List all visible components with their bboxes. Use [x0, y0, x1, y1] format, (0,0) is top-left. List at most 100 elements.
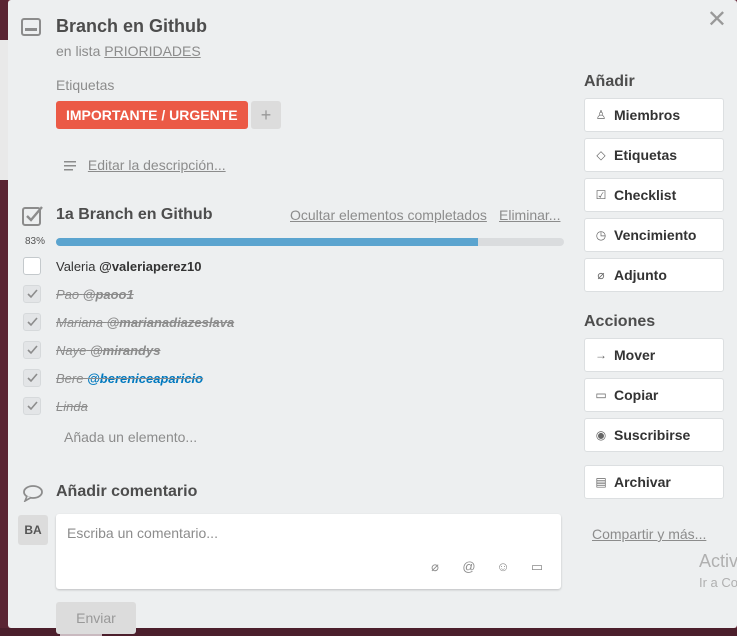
checklist-item-name: Linda: [56, 399, 88, 414]
checklist-progress-bar: [56, 238, 564, 246]
comment-tools: ⌀ @ ☺ ▭: [425, 559, 547, 575]
card-title[interactable]: Branch en Github: [56, 16, 207, 37]
due-date-button[interactable]: ◷ Vencimiento: [584, 218, 724, 252]
labels-button[interactable]: ◇ Etiquetas: [584, 138, 724, 172]
checklist-item-checkbox[interactable]: [23, 341, 41, 359]
checkmark-icon: [27, 345, 38, 355]
tag-icon: ◇: [596, 148, 606, 162]
move-button[interactable]: → Mover: [584, 338, 724, 372]
checklist-item-name: Bere: [56, 371, 84, 386]
subscribe-button-label: Suscribirse: [614, 427, 691, 443]
archive-icon: ▤: [595, 475, 607, 489]
comment-heading: Añadir comentario: [56, 483, 198, 500]
labels-button-label: Etiquetas: [614, 147, 678, 163]
checklist-item-mention[interactable]: @paoo1: [83, 287, 134, 302]
checklist-item-name: Naye: [56, 343, 87, 358]
checklist-button[interactable]: ☑ Checklist: [584, 178, 724, 212]
checklist-item-mention[interactable]: @bereniceaparicio: [87, 371, 203, 386]
checklist-item-text[interactable]: Naye @mirandys: [56, 343, 160, 358]
checklist-item-text[interactable]: Pao @paoo1: [56, 287, 134, 302]
due-date-button-label: Vencimiento: [614, 227, 697, 243]
archive-button[interactable]: ▤ Archivar: [584, 465, 724, 499]
checkmark-icon: [27, 373, 38, 383]
checklist-item-text[interactable]: Bere @bereniceaparicio: [56, 371, 203, 386]
actions-heading: Acciones: [584, 313, 656, 330]
labels-heading: Etiquetas: [56, 77, 115, 93]
arrow-right-icon: →: [595, 348, 607, 362]
edit-description-link[interactable]: Editar la descripción...: [88, 157, 226, 173]
list-link[interactable]: PRIORIDADES: [104, 43, 200, 59]
checklist-item-text[interactable]: Mariana @marianadiazeslava: [56, 315, 234, 330]
checklist-item-checkbox[interactable]: [23, 369, 41, 387]
card-detail-modal: ✕ Branch en Github en lista PRIORIDADES …: [8, 0, 737, 634]
edit-description[interactable]: Editar la descripción...: [64, 157, 226, 173]
paperclip-icon: ⌀: [597, 268, 605, 282]
copy-button-label: Copiar: [614, 387, 659, 403]
in-list-prefix: en lista: [56, 43, 101, 59]
checkmark-icon: [27, 317, 38, 327]
checklist-item[interactable]: Naye @mirandys: [8, 339, 568, 363]
card-icon: [21, 18, 41, 36]
add-label-button[interactable]: +: [251, 101, 281, 129]
copy-card-icon: ▭: [595, 388, 607, 402]
add-checklist-item[interactable]: Añada un elemento...: [64, 429, 197, 445]
members-button[interactable]: ♙ Miembros: [584, 98, 724, 132]
comment-placeholder: Escriba un comentario...: [67, 525, 218, 541]
attachment-button-label: Adjunto: [614, 267, 667, 283]
checklist-button-label: Checklist: [614, 187, 677, 203]
checkmark-icon: [27, 289, 38, 299]
mention-icon[interactable]: @: [459, 559, 479, 575]
progress-percent: 83%: [25, 236, 46, 247]
checklist-item-name: Mariana: [56, 315, 103, 330]
checkbox-icon: ☑: [595, 188, 607, 202]
board-card-peek: [0, 40, 8, 180]
attachment-button[interactable]: ⌀ Adjunto: [584, 258, 724, 292]
person-icon: ♙: [595, 108, 607, 122]
card-link-icon[interactable]: ▭: [527, 559, 547, 575]
hide-completed-link[interactable]: Ocultar elementos completados: [290, 207, 487, 223]
checklist-item[interactable]: Valeria @valeriaperez10: [8, 255, 568, 279]
avatar[interactable]: BA: [18, 515, 48, 545]
checklist-item-checkbox[interactable]: [23, 313, 41, 331]
share-more-link[interactable]: Compartir y más...: [592, 526, 706, 542]
activation-watermark: Activ Ir a Co: [699, 550, 737, 594]
add-heading: Añadir: [584, 73, 635, 90]
copy-button[interactable]: ▭ Copiar: [584, 378, 724, 412]
emoji-icon[interactable]: ☺: [493, 559, 513, 575]
clock-icon: ◷: [595, 228, 607, 242]
subscribe-button[interactable]: ◉ Suscribirse: [584, 418, 724, 452]
checklist-title[interactable]: 1a Branch en Github: [56, 206, 212, 224]
comment-input[interactable]: Escriba un comentario... ⌀ @ ☺ ▭: [56, 514, 561, 589]
checklist-item[interactable]: Mariana @marianadiazeslava: [8, 311, 568, 335]
checklist-item-text[interactable]: Linda: [56, 399, 88, 414]
checklist-item-text[interactable]: Valeria @valeriaperez10: [56, 259, 201, 274]
card-list-info: en lista PRIORIDADES: [56, 43, 201, 59]
delete-checklist-link[interactable]: Eliminar...: [499, 207, 560, 223]
checkmark-icon: [27, 401, 38, 411]
send-button[interactable]: Enviar: [56, 602, 136, 634]
comment-icon: [23, 485, 43, 502]
checklist-item-checkbox[interactable]: [23, 257, 41, 275]
checklist-item[interactable]: Linda: [8, 395, 568, 419]
description-icon: [64, 161, 76, 171]
label-importante-urgente[interactable]: IMPORTANTE / URGENTE: [56, 101, 248, 129]
checklist-item-checkbox[interactable]: [23, 397, 41, 415]
checklist-icon: [22, 206, 43, 226]
checklist-item-name: Valeria: [56, 259, 96, 274]
move-button-label: Mover: [614, 347, 656, 363]
close-icon[interactable]: ✕: [707, 8, 727, 32]
checklist-item-checkbox[interactable]: [23, 285, 41, 303]
watermark-line2: Ir a Co: [699, 575, 737, 590]
checklist-item[interactable]: Pao @paoo1: [8, 283, 568, 307]
eye-icon: ◉: [595, 428, 607, 442]
checklist-progress-fill: [56, 238, 478, 246]
watermark-line1: Activ: [699, 551, 737, 571]
paperclip-icon[interactable]: ⌀: [425, 559, 445, 575]
checklist-item-mention[interactable]: @valeriaperez10: [99, 259, 201, 274]
members-button-label: Miembros: [614, 107, 681, 123]
checklist-item-mention[interactable]: @marianadiazeslava: [107, 315, 235, 330]
checklist-item[interactable]: Bere @bereniceaparicio: [8, 367, 568, 391]
checklist-item-mention[interactable]: @mirandys: [90, 343, 160, 358]
archive-button-label: Archivar: [614, 474, 671, 490]
checklist-item-name: Pao: [56, 287, 80, 302]
